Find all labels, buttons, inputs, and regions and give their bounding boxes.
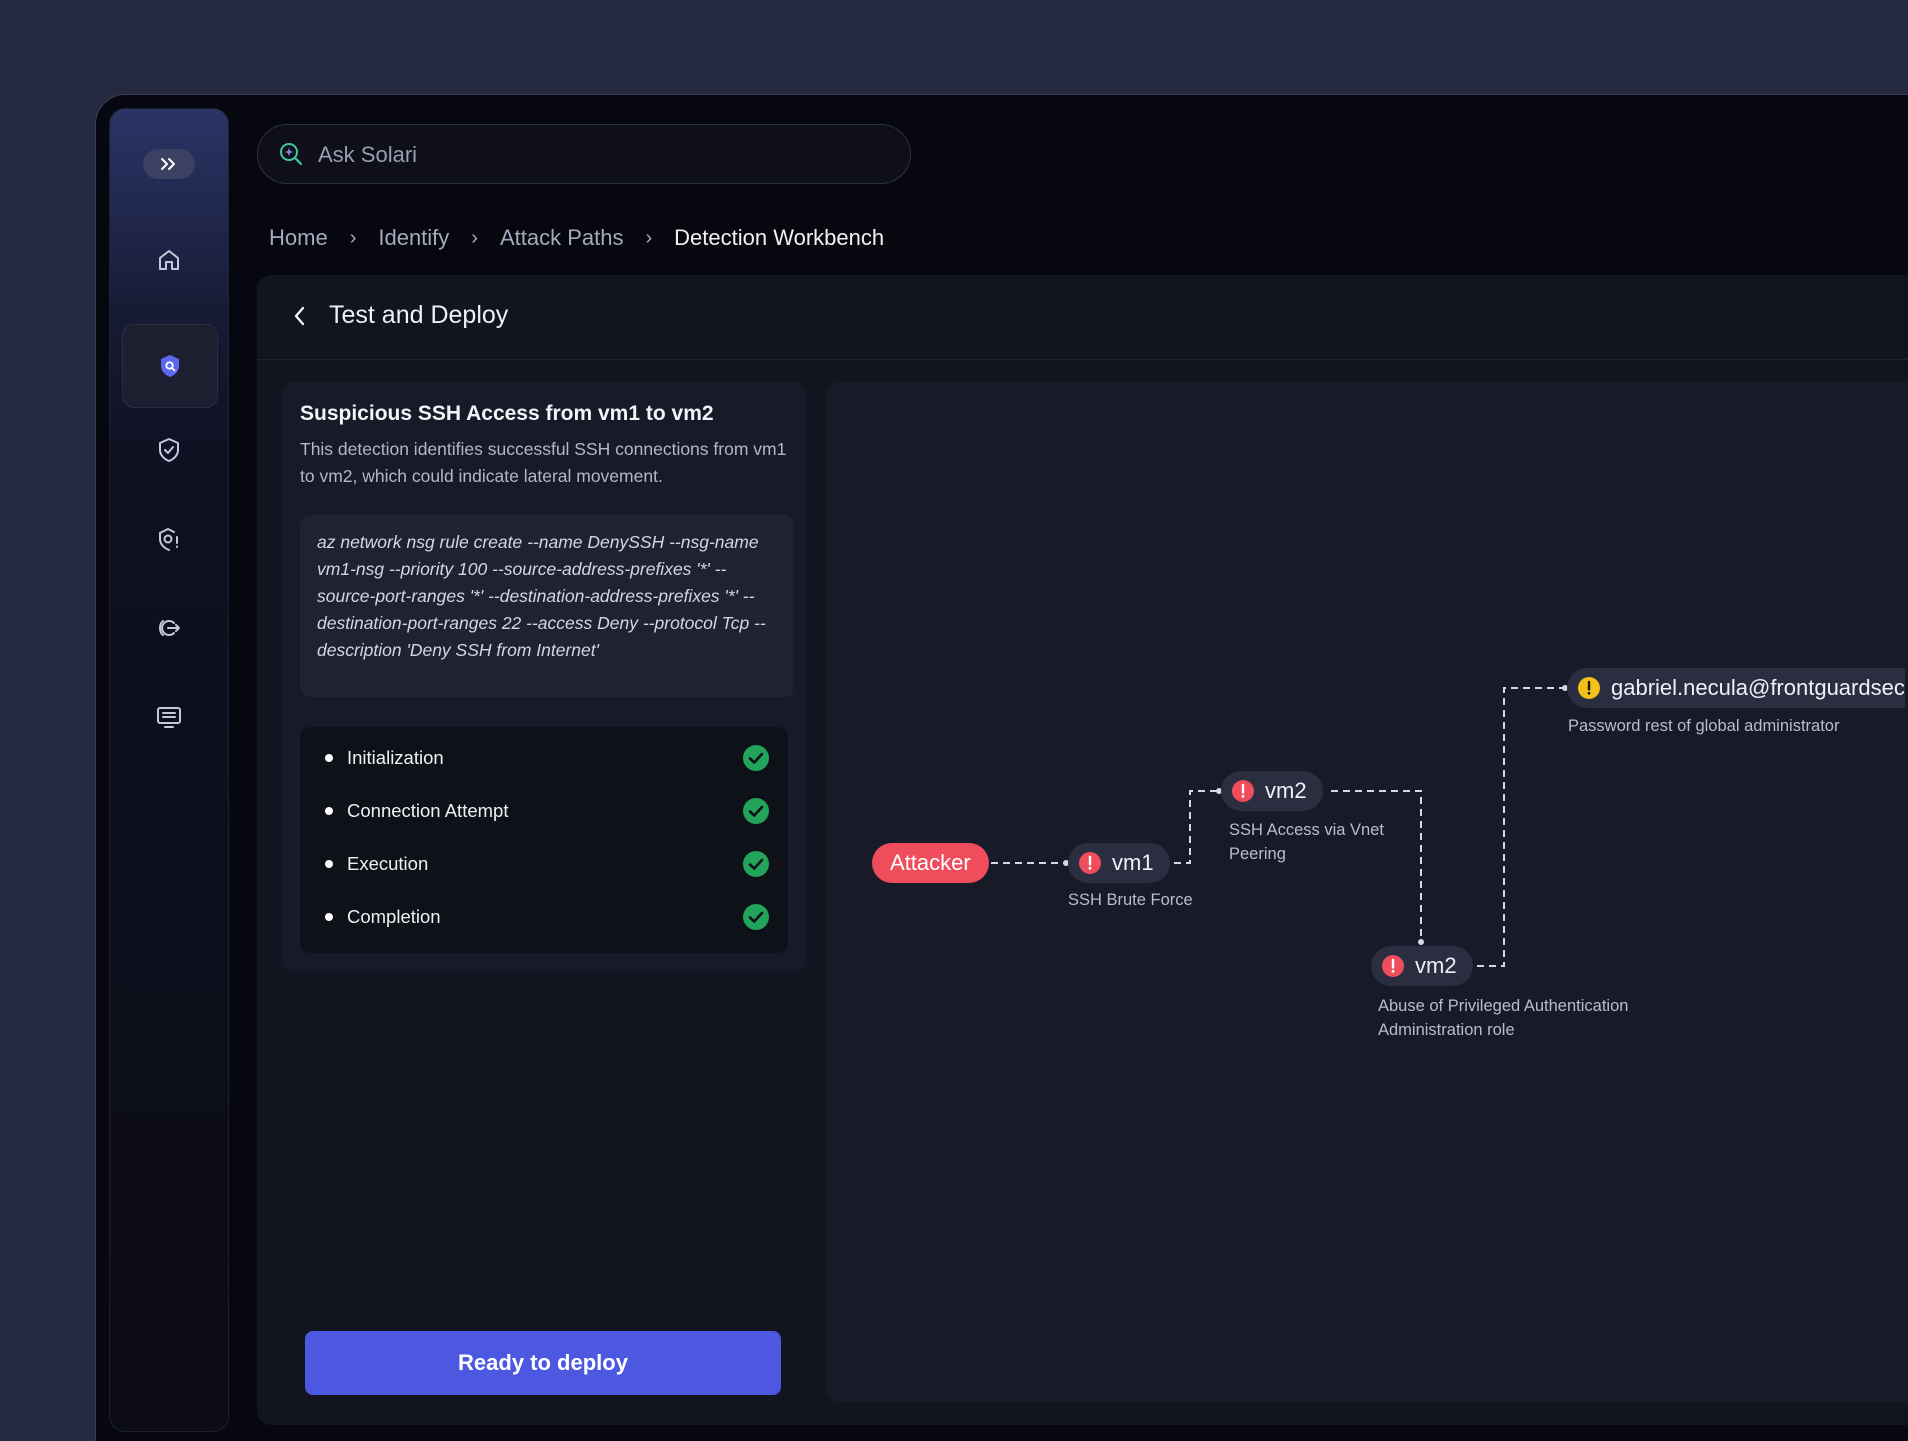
node-label: gabriel.necula@frontguardsec — [1611, 675, 1905, 700]
sidebar-item-protect[interactable] — [122, 409, 216, 491]
bullet-icon — [325, 807, 333, 815]
page-title: Test and Deploy — [329, 301, 509, 329]
app-window: Home › Identify › Attack Paths › Detecti… — [95, 94, 1908, 1441]
monitor-list-icon — [157, 707, 181, 728]
detection-title: Suspicious SSH Access from vm1 to vm2 — [300, 402, 714, 425]
detection-card: Suspicious SSH Access from vm1 to vm2 Th… — [282, 382, 806, 972]
chevron-right-icon: › — [645, 226, 653, 249]
node-label: vm2 — [1415, 953, 1457, 978]
node-user-account[interactable]: gabriel.necula@frontguardsec — [1567, 668, 1905, 708]
edge-vm2b-user — [1477, 687, 1563, 967]
search-input[interactable] — [316, 125, 880, 185]
node-caption: SSH Access via Vnet Peering — [1229, 821, 1384, 863]
step-label: Completion — [347, 906, 441, 927]
sidebar-item-reports[interactable] — [122, 676, 216, 758]
step-label: Connection Attempt — [347, 800, 509, 821]
chevron-right-icon: › — [471, 226, 478, 249]
breadcrumb-current: Detection Workbench — [674, 225, 885, 250]
check-circle-icon — [743, 798, 769, 824]
node-vm1[interactable]: vm1 — [1068, 843, 1170, 883]
node-vm2-privileged[interactable]: vm2 — [1371, 946, 1473, 986]
bullet-icon — [325, 860, 333, 868]
shield-alert-icon — [159, 527, 178, 551]
alert-critical-icon — [1079, 852, 1101, 874]
bullet-icon — [325, 754, 333, 762]
detection-command: az network nsg rule create --name DenySS… — [300, 515, 794, 697]
panel-header: Test and Deploy — [257, 275, 1908, 360]
back-chevron-icon[interactable] — [287, 303, 313, 329]
list-item: Initialization — [300, 738, 788, 778]
bullet-icon — [325, 913, 333, 921]
node-label: vm1 — [1112, 850, 1154, 875]
node-label: vm2 — [1265, 778, 1307, 803]
sidebar-item-respond[interactable] — [122, 587, 216, 669]
shield-check-icon — [159, 438, 179, 462]
list-item: Connection Attempt — [300, 791, 788, 831]
step-label: Initialization — [347, 747, 444, 768]
search-bar — [257, 124, 911, 185]
breadcrumb-attack-paths[interactable]: Attack Paths — [500, 225, 624, 251]
ready-to-deploy-button[interactable]: Ready to deploy — [305, 1331, 781, 1395]
sidebar-expand-button[interactable] — [143, 149, 195, 179]
list-item: Execution — [300, 844, 788, 884]
edge-endpoint — [1418, 939, 1424, 945]
sidebar-item-home[interactable] — [122, 219, 216, 301]
test-steps-list: Initialization Connection Attempt Execut… — [300, 727, 788, 953]
list-item: Completion — [300, 897, 788, 937]
check-circle-icon — [743, 851, 769, 877]
attack-path-edges — [991, 685, 1568, 967]
edge-vm1-vm2a — [1162, 790, 1217, 864]
shield-search-icon — [161, 355, 179, 377]
attack-path-graph: Attacker vm1 SSH Brute Force vm2 SSH Acc… — [827, 382, 1908, 1402]
breadcrumb-home[interactable]: Home — [269, 225, 328, 251]
node-caption: Abuse of Privileged Authentication Admin… — [1378, 997, 1629, 1039]
detection-description: This detection identifies successful SSH… — [300, 439, 787, 486]
chevron-right-icon: › — [349, 226, 357, 249]
main-panel: Test and Deploy Suspicious SSH Access fr… — [257, 275, 1908, 1425]
breadcrumb: Home › Identify › Attack Paths › Detecti… — [269, 223, 884, 253]
node-vm2-peering[interactable]: vm2 — [1221, 771, 1323, 811]
search-sparkle-icon — [280, 143, 303, 166]
node-attacker[interactable]: Attacker — [872, 843, 989, 883]
sidebar-item-detection[interactable] — [122, 324, 218, 408]
check-circle-icon — [743, 904, 769, 930]
sidebar-item-alerts[interactable] — [122, 498, 216, 580]
alert-critical-icon — [1232, 780, 1254, 802]
step-label: Execution — [347, 853, 429, 874]
check-circle-icon — [743, 745, 769, 771]
node-label: Attacker — [890, 850, 971, 875]
sidebar — [109, 108, 229, 1432]
breadcrumb-identify[interactable]: Identify — [378, 225, 449, 251]
logout-icon — [159, 620, 180, 636]
alert-critical-icon — [1382, 955, 1404, 977]
node-caption: Password rest of global administrator — [1568, 717, 1840, 735]
node-caption: SSH Brute Force — [1068, 891, 1193, 909]
home-icon — [159, 250, 179, 270]
alert-warning-icon — [1578, 677, 1600, 699]
double-chevron-right-icon — [161, 158, 175, 170]
